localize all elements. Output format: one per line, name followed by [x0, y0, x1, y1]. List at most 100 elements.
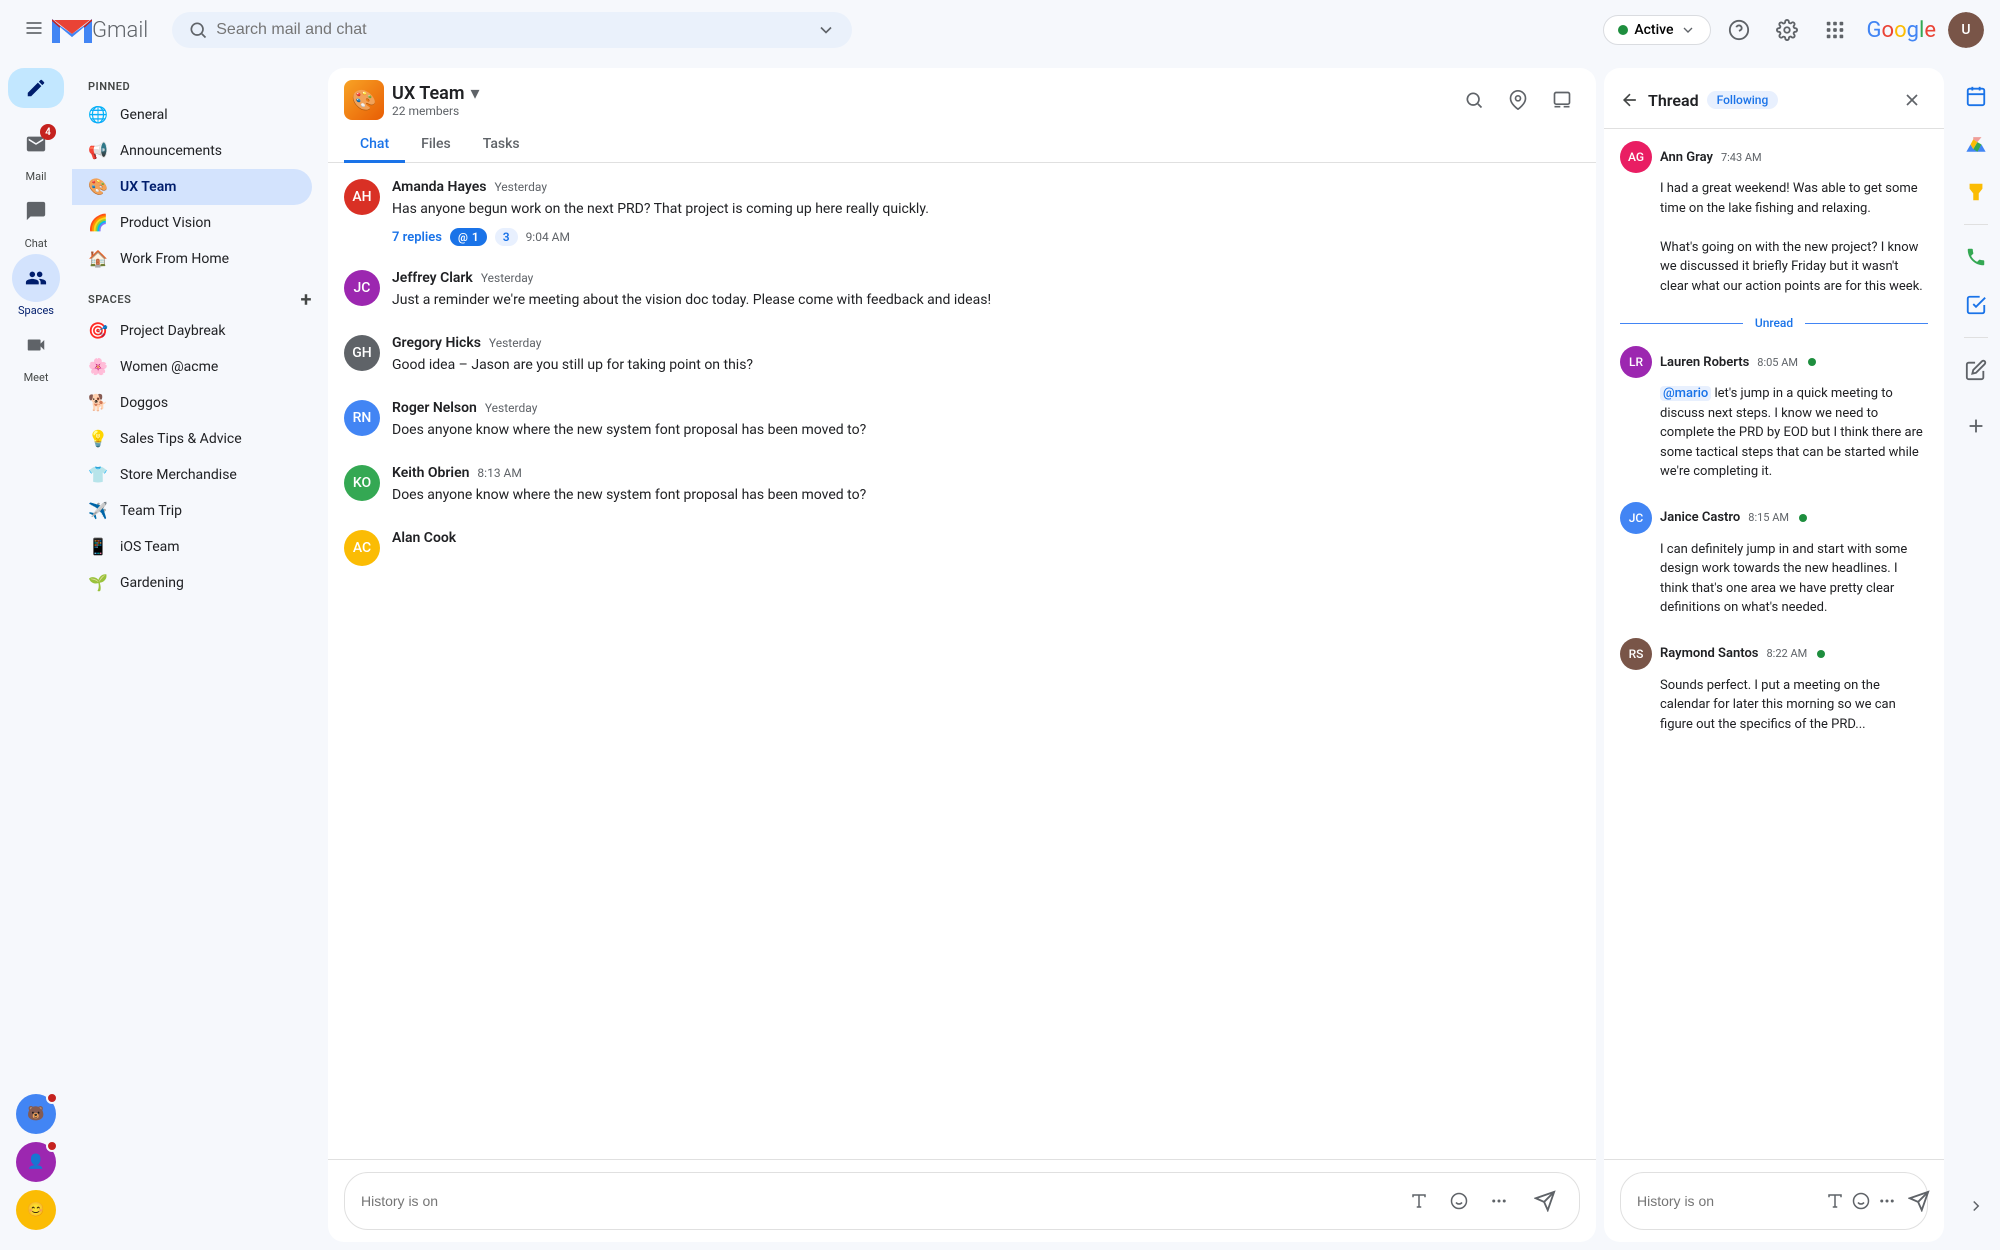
- sidebar-item-store-merchandise[interactable]: 👕 Store Merchandise: [72, 457, 312, 493]
- announcements-icon: 📢: [88, 141, 108, 161]
- menu-button[interactable]: [16, 10, 52, 50]
- add-space-button[interactable]: +: [301, 289, 313, 309]
- spaces-label-header: SPACES +: [72, 277, 328, 313]
- sidebar-item-women-acme[interactable]: 🌸 Women @acme: [72, 349, 312, 385]
- google-logo: Google: [1867, 18, 1936, 43]
- nav-mail[interactable]: 4 Mail: [12, 120, 60, 183]
- back-arrow-icon[interactable]: [1620, 90, 1640, 110]
- message-content: Alan Cook: [392, 530, 1580, 566]
- group-dropdown-icon[interactable]: ▾: [470, 83, 479, 104]
- following-badge[interactable]: Following: [1707, 91, 1779, 109]
- add-panel-button[interactable]: [1956, 406, 1996, 446]
- tab-tasks[interactable]: Tasks: [467, 128, 536, 163]
- pin-button[interactable]: [1500, 82, 1536, 118]
- group-icon: 🎨: [344, 80, 384, 120]
- edit-icon-button[interactable]: [1956, 350, 1996, 390]
- sidebar-item-general[interactable]: 🌐 General: [72, 97, 312, 133]
- sidebar-item-general-label: General: [120, 107, 168, 123]
- format-text-button[interactable]: [1403, 1185, 1435, 1217]
- calendar-icon-button[interactable]: [1956, 76, 1996, 116]
- search-dropdown-icon[interactable]: [816, 20, 836, 40]
- sidebar-item-project-daybreak[interactable]: 🎯 Project Daybreak: [72, 313, 312, 349]
- table-row: AH Amanda Hayes Yesterday Has anyone beg…: [344, 179, 1580, 246]
- sidebar-item-team-trip[interactable]: ✈️ Team Trip: [72, 493, 312, 529]
- chat-title-text: UX Team ▾ 22 members: [392, 83, 480, 118]
- sidebar-item-ux-team[interactable]: 🎨 UX Team: [72, 169, 312, 205]
- mail-button[interactable]: 4: [12, 120, 60, 168]
- tasks-icon-button[interactable]: [1956, 285, 1996, 325]
- sidebar-item-women-acme-label: Women @acme: [120, 359, 218, 375]
- nav-meet[interactable]: Meet: [12, 321, 60, 384]
- message-header: Keith Obrien 8:13 AM: [392, 465, 1580, 481]
- search-bar[interactable]: [172, 12, 852, 48]
- online-indicator: [1808, 358, 1816, 366]
- tab-files[interactable]: Files: [405, 128, 467, 163]
- emoji-button[interactable]: [1443, 1185, 1475, 1217]
- thread-format-button[interactable]: [1826, 1185, 1844, 1217]
- tab-chat[interactable]: Chat: [344, 128, 405, 163]
- search-input[interactable]: [216, 21, 808, 39]
- nav-compose[interactable]: [8, 68, 64, 108]
- message-text: Just a reminder we're meeting about the …: [392, 290, 1580, 311]
- send-button[interactable]: [1527, 1183, 1563, 1219]
- bottom-avatar-1[interactable]: 🐻: [16, 1094, 56, 1134]
- search-messages-button[interactable]: [1456, 82, 1492, 118]
- chat-options-button[interactable]: [1544, 82, 1580, 118]
- apps-button[interactable]: [1815, 10, 1855, 50]
- sidebar-item-ios-team[interactable]: 📱 iOS Team: [72, 529, 312, 565]
- drive-icon-button[interactable]: [1956, 124, 1996, 164]
- compose-button[interactable]: [8, 68, 64, 108]
- thread-sender-name: Lauren Roberts: [1660, 355, 1749, 370]
- sidebar-item-ux-team-label: UX Team: [120, 179, 176, 195]
- sidebar-item-product-vision[interactable]: 🌈 Product Vision: [72, 205, 312, 241]
- reply-count-link[interactable]: 7 replies: [392, 230, 442, 245]
- message-text: Has anyone begun work on the next PRD? T…: [392, 199, 1580, 220]
- app-body: 4 Mail Chat Spaces Meet: [0, 60, 2000, 1250]
- messages-container: AH Amanda Hayes Yesterday Has anyone beg…: [328, 163, 1596, 1159]
- sidebar-item-sales-tips[interactable]: 💡 Sales Tips & Advice: [72, 421, 312, 457]
- ux-team-icon: 🎨: [88, 177, 108, 197]
- phone-icon-button[interactable]: [1956, 237, 1996, 277]
- status-button[interactable]: Active: [1603, 15, 1710, 45]
- sender-name: Gregory Hicks: [392, 335, 481, 351]
- nav-chat[interactable]: Chat: [12, 187, 60, 250]
- keep-icon-button[interactable]: [1956, 172, 1996, 212]
- settings-button[interactable]: [1767, 10, 1807, 50]
- help-button[interactable]: [1719, 10, 1759, 50]
- message-input[interactable]: [361, 1193, 1395, 1209]
- list-item: LR Lauren Roberts 8:05 AM @mario let's j…: [1620, 346, 1928, 482]
- meet-button[interactable]: [12, 321, 60, 369]
- nav-spaces[interactable]: Spaces: [12, 254, 60, 317]
- thread-emoji-button[interactable]: [1852, 1185, 1870, 1217]
- thread-more-button[interactable]: [1878, 1185, 1896, 1217]
- top-bar: Gmail Active Google: [0, 0, 2000, 60]
- sidebar-item-project-daybreak-label: Project Daybreak: [120, 323, 226, 339]
- online-indicator: [1817, 650, 1825, 658]
- sidebar-item-announcements[interactable]: 📢 Announcements: [72, 133, 312, 169]
- thread-input[interactable]: [1637, 1193, 1818, 1209]
- expand-right-button[interactable]: [1956, 1186, 1996, 1234]
- sender-name: Alan Cook: [392, 530, 456, 546]
- bottom-avatar-3[interactable]: 😊: [16, 1190, 56, 1230]
- close-thread-button[interactable]: [1896, 84, 1928, 116]
- list-item: JC Janice Castro 8:15 AM I can definitel…: [1620, 502, 1928, 618]
- table-row: JC Jeffrey Clark Yesterday Just a remind…: [344, 270, 1580, 311]
- sidebar: PINNED 🌐 General 📢 Announcements 🎨 UX Te…: [72, 60, 328, 1250]
- sidebar-item-doggos[interactable]: 🐕 Doggos: [72, 385, 312, 421]
- bottom-avatar-2[interactable]: 👤: [16, 1142, 56, 1182]
- sidebar-item-doggos-label: Doggos: [120, 395, 168, 411]
- profile-avatar[interactable]: U: [1948, 12, 1984, 48]
- chat-button[interactable]: [12, 187, 60, 235]
- avatar: RS: [1620, 638, 1652, 670]
- thread-send-button[interactable]: [1908, 1183, 1930, 1219]
- table-row: GH Gregory Hicks Yesterday Good idea – J…: [344, 335, 1580, 376]
- gmail-text: Gmail: [92, 18, 148, 43]
- spaces-button[interactable]: [12, 254, 60, 302]
- general-icon: 🌐: [88, 105, 108, 125]
- sidebar-item-gardening[interactable]: 🌱 Gardening: [72, 565, 312, 601]
- status-chevron-icon: [1680, 22, 1696, 38]
- meet-label: Meet: [24, 371, 49, 384]
- sidebar-item-work-from-home[interactable]: 🏠 Work From Home: [72, 241, 312, 277]
- mention-badge[interactable]: @ 1: [450, 228, 487, 246]
- more-options-button[interactable]: [1483, 1185, 1515, 1217]
